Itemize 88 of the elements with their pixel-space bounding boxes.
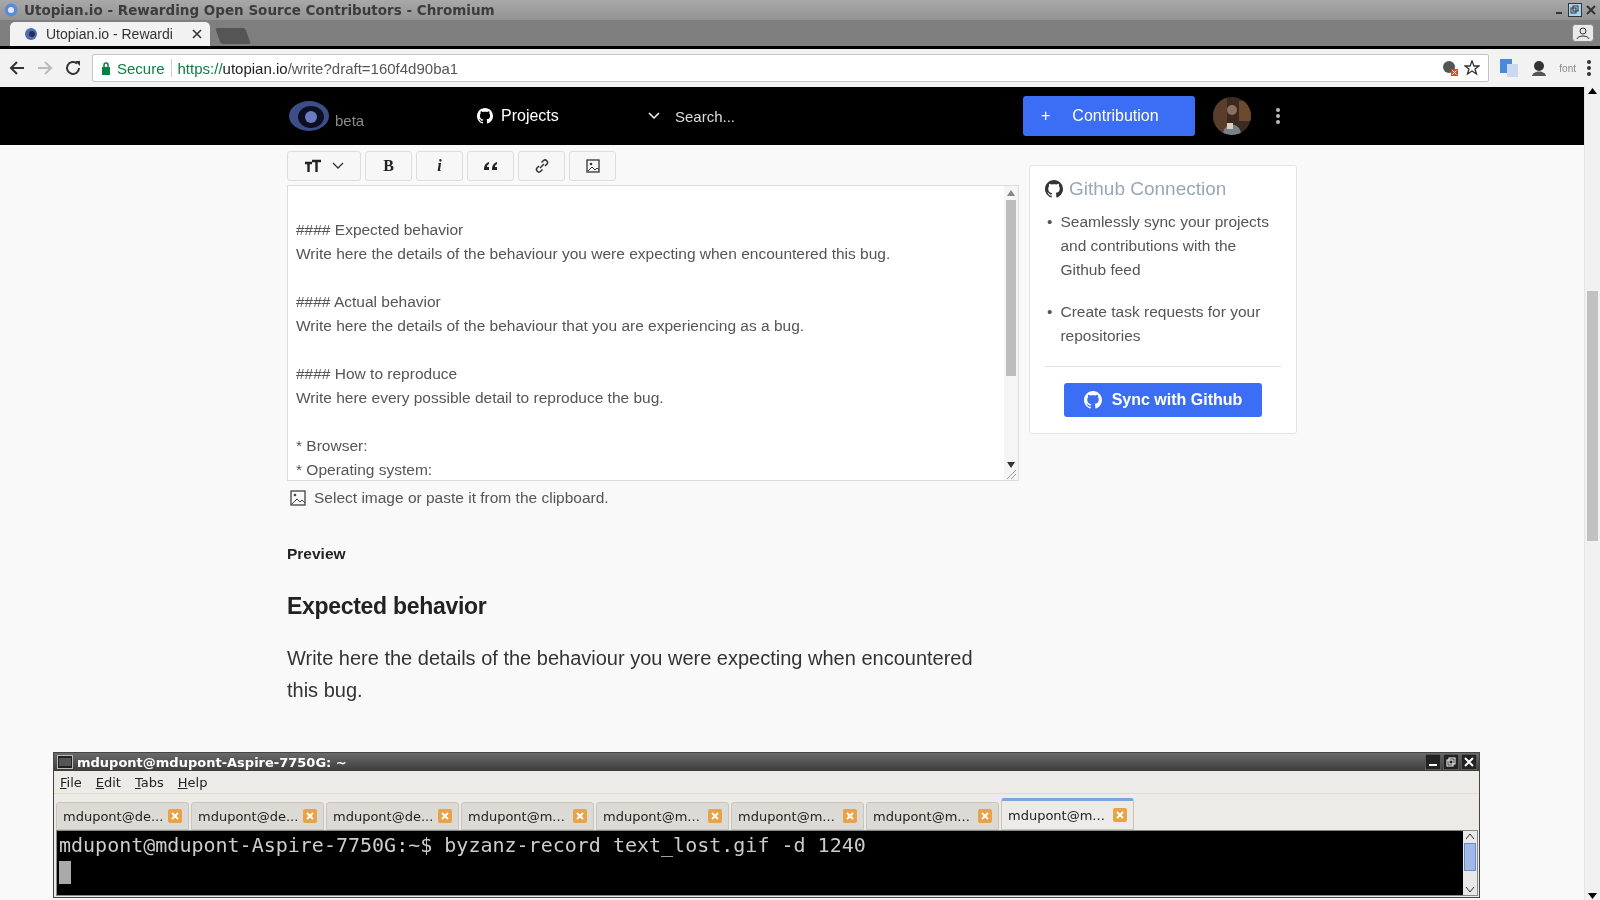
editor-text-line: #### How to reproduce [296, 364, 459, 384]
preview-label: Preview [287, 545, 347, 563]
translate-icon[interactable] [1499, 58, 1520, 78]
card-title: Github Connection [1069, 178, 1227, 200]
markdown-editor[interactable] [287, 185, 1019, 481]
quote-button[interactable] [467, 151, 514, 181]
bullet-marker: • [1047, 302, 1053, 322]
chevron-down-icon [332, 162, 344, 170]
back-icon[interactable] [8, 59, 26, 77]
more-icon[interactable] [1275, 107, 1281, 125]
heading-button[interactable] [287, 151, 361, 181]
window-title: Utopian.io - Rewarding Open Source Contributors - Chromium [24, 2, 495, 18]
terminal-tab[interactable]: mdupont@m... [866, 802, 999, 830]
utopian-logo-icon[interactable] [287, 99, 331, 133]
github-icon [1045, 180, 1063, 198]
editor-text-line: #### Actual behavior [296, 292, 442, 312]
editor-text-line: * Browser: [296, 436, 369, 456]
security-label: Secure [117, 59, 165, 77]
scrollbar-thumb[interactable] [1006, 200, 1016, 376]
close-icon[interactable] [1461, 754, 1477, 770]
editor-text-line: #### Expected behavior [296, 220, 465, 240]
chevron-down-icon[interactable] [647, 111, 661, 121]
terminal-tab[interactable]: mdupont@m... [596, 802, 729, 830]
upload-hint[interactable]: Select image or paste it from the clipboard. [314, 489, 609, 507]
menu-item[interactable]: File [60, 774, 82, 790]
resize-handle-icon[interactable] [1005, 468, 1017, 480]
window-title: mdupont@mdupont-Aspire-7750G: ~ [77, 754, 347, 770]
minimize-icon[interactable] [1425, 754, 1441, 770]
menu-icon[interactable] [1586, 59, 1592, 77]
github-icon [477, 108, 493, 124]
sync-github-button[interactable]: Sync with Github [1063, 383, 1263, 417]
url-text: https://utopian.io/write?draft=160f4d90ba1 [177, 59, 460, 77]
link-button[interactable] [518, 151, 565, 181]
close-icon[interactable] [192, 29, 202, 39]
menu-item[interactable]: Edit [95, 774, 121, 790]
scroll-down-icon[interactable] [1007, 462, 1015, 468]
bullet-text: Create task requests for your repositories [1060, 302, 1262, 346]
utopian-logo-icon [24, 27, 38, 41]
menu-item[interactable]: Help [177, 774, 208, 790]
terminal-icon [57, 755, 73, 769]
chromium-icon [4, 3, 18, 17]
bullet-marker: • [1047, 212, 1053, 232]
terminal-scrollbar[interactable] [1463, 831, 1477, 895]
restore-icon[interactable] [1568, 3, 1582, 17]
text-size-icon [304, 158, 322, 174]
editor-text-line: Write here the details of the behaviour you were expecting when encountered this bug. [296, 244, 892, 264]
menu-item[interactable]: Tabs [134, 774, 164, 790]
image-icon[interactable] [290, 490, 306, 506]
contribution-button[interactable]: + Contribution [1023, 96, 1195, 136]
scrollbar-thumb[interactable] [1464, 843, 1476, 871]
page-scrollbar[interactable] [1584, 87, 1600, 900]
scrollbar-thumb[interactable] [1587, 291, 1598, 541]
scroll-down-icon[interactable] [1588, 892, 1597, 900]
preview-paragraph: Write here the details of the behaviour you were expecting when encountered this bug. [287, 646, 974, 703]
editor-scrollbar[interactable] [1004, 186, 1018, 480]
tab-title: Utopian.io - Rewardi [46, 26, 174, 42]
image-icon [583, 157, 602, 175]
browser-tab[interactable]: Utopian.io - Rewardi [10, 22, 210, 46]
scroll-down-icon[interactable] [1464, 885, 1476, 895]
terminal-tab[interactable]: mdupont@de... [326, 802, 459, 830]
scroll-up-icon[interactable] [1464, 831, 1476, 841]
terminal-screen[interactable]: mdupont@mdupont-Aspire-7750G:~$ byzanz-record text_lost.gif -d 1240 [57, 831, 1463, 895]
github-icon [1083, 391, 1102, 409]
terminal-tab[interactable]: mdupont@de... [191, 802, 324, 830]
terminal-tab[interactable]: mdupont@m... [731, 802, 864, 830]
lock-icon [101, 61, 111, 75]
cookie-blocked-icon[interactable] [1442, 60, 1459, 76]
search-field[interactable]: Search... [673, 106, 1017, 126]
bold-button[interactable]: B [365, 151, 412, 181]
image-button[interactable] [569, 151, 616, 181]
editor-text-line: * Operating system: [296, 460, 434, 480]
profile-icon[interactable] [1572, 24, 1594, 42]
editor-text-line: Write here the details of the behaviour that you are experiencing as a bug. [296, 316, 806, 336]
bullet-text: Seamlessly sync your projects and contributions with the Github feed [1060, 212, 1270, 280]
editor-text-line: Write here every possible detail to reproduce the bug. [296, 388, 665, 408]
projects-menu[interactable]: Projects [477, 107, 647, 125]
address-bar[interactable]: Secure https://utopian.io/write?draft=160f4d90ba1 [92, 54, 1490, 82]
reload-icon[interactable] [64, 59, 82, 77]
terminal-tab[interactable]: mdupont@de... [56, 802, 189, 830]
logo-label: beta [335, 112, 365, 129]
terminal-tab[interactable]: mdupont@m... [1001, 798, 1134, 830]
star-icon[interactable] [1464, 60, 1481, 76]
terminal-tab[interactable]: mdupont@m... [461, 802, 594, 830]
text-cursor [59, 861, 71, 884]
command-line: mdupont@mdupont-Aspire-7750G:~$ byzanz-record text_lost.gif -d 1240 [59, 833, 867, 857]
restore-icon[interactable] [1443, 754, 1459, 770]
preview-heading: Expected behavior [287, 593, 488, 620]
italic-button[interactable]: i [416, 151, 463, 181]
